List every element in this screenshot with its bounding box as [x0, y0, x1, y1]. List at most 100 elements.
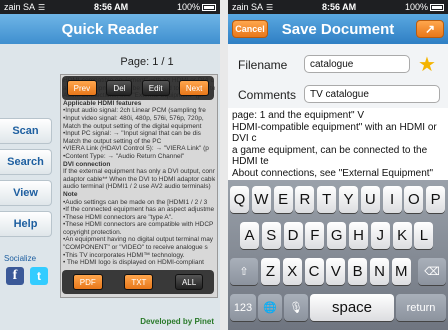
space-key[interactable]: space — [310, 294, 394, 321]
numbers-key[interactable]: 123 — [230, 294, 256, 321]
filename-field[interactable]: catalogue — [304, 55, 410, 73]
delete-button[interactable]: Del — [106, 80, 133, 96]
document-preview[interactable]: HDMI-compatible equipment" with an HDMI … — [60, 74, 218, 298]
document-line: Match the output setting of the digital … — [63, 122, 202, 130]
key-z[interactable]: Z — [261, 258, 280, 285]
share-icon[interactable]: ↗ — [416, 20, 444, 38]
key-i[interactable]: I — [382, 186, 402, 213]
filename-label: Filename — [238, 58, 288, 72]
key-q[interactable]: Q — [230, 186, 249, 213]
carrier-label: zain SA — [4, 2, 36, 12]
battery-icon — [430, 3, 444, 11]
developer-credit: Developed by Pinet — [140, 317, 214, 326]
key-t[interactable]: T — [317, 186, 337, 213]
text-line: page: 1 and the equipment" V — [232, 110, 364, 121]
key-l[interactable]: L — [414, 222, 434, 249]
document-line: •Input PC signal: → "Input signal that c… — [63, 130, 201, 138]
text-line: HDMI-compatible equipment" with an HDMI … — [232, 121, 437, 133]
help-button[interactable]: Help — [0, 211, 52, 237]
document-line: If the external equipment has only a DVI… — [63, 168, 215, 176]
key-y[interactable]: Y — [339, 186, 358, 213]
prev-button[interactable]: Prev — [66, 80, 98, 96]
key-f[interactable]: F — [305, 222, 325, 249]
comments-field[interactable]: TV catalogue — [304, 85, 440, 103]
cancel-button[interactable]: Cancel — [232, 20, 268, 38]
search-button[interactable]: Search — [0, 149, 52, 175]
clock: 8:56 AM — [93, 2, 129, 12]
page-title: Quick Reader — [61, 20, 159, 38]
key-u[interactable]: U — [360, 186, 380, 213]
wifi-icon: ☰ — [38, 2, 46, 12]
facebook-icon[interactable]: f — [6, 267, 24, 285]
key-e[interactable]: E — [273, 186, 293, 213]
document-text: HDMI-compatible equipment" with an HDMI … — [61, 75, 217, 269]
key-g[interactable]: G — [327, 222, 347, 249]
status-bar: zain SA ☰ 8:56 AM 100% — [228, 0, 448, 14]
key-v[interactable]: V — [326, 258, 346, 285]
document-line: •This TV incorporates HDMI™ technology. — [63, 251, 185, 259]
document-line: •Input audio signal: 2ch Linear PCM (sam… — [63, 107, 206, 115]
shift-key[interactable]: ⇧ — [230, 258, 258, 285]
microphone-icon[interactable]: 🎙 — [284, 294, 308, 321]
page-toolbar: Prev Del Edit Next — [62, 76, 214, 100]
key-k[interactable]: K — [392, 222, 412, 249]
document-line: •Audio settings can be made on the [HDMI… — [63, 198, 208, 206]
key-r[interactable]: R — [295, 186, 315, 213]
key-h[interactable]: H — [349, 222, 368, 249]
next-button[interactable]: Next — [178, 80, 210, 96]
document-line: Note — [63, 190, 78, 198]
view-button[interactable]: View — [0, 180, 52, 206]
export-toolbar: PDF TXT ALL — [62, 270, 214, 294]
page-indicator: Page: 1 / 1 — [92, 56, 202, 68]
key-a[interactable]: A — [240, 222, 259, 249]
twitter-icon[interactable]: t — [30, 267, 48, 285]
return-key[interactable]: return — [396, 294, 446, 321]
key-d[interactable]: D — [283, 222, 303, 249]
page-title: Save Document — [281, 20, 395, 38]
backspace-key[interactable]: ⌫ — [418, 258, 446, 285]
text-line: DVI c — [232, 133, 257, 144]
key-o[interactable]: O — [404, 186, 424, 213]
document-line: •VIERA Link (HDAVI Control 5): → "VIERA … — [63, 145, 209, 153]
sidebar: Scan Search View Help — [0, 118, 52, 242]
key-c[interactable]: C — [304, 258, 324, 285]
globe-icon[interactable]: 🌐 — [258, 294, 282, 321]
document-text-view[interactable]: page: 1 and the equipment" V HDMI-compati… — [228, 110, 448, 178]
document-line: Applicable HDMI features — [63, 99, 142, 107]
save-form: Filename catalogue Comments TV catalogue — [228, 44, 448, 108]
wifi-icon: ☰ — [266, 2, 274, 12]
socialize-label: Socialize — [4, 254, 37, 263]
key-s[interactable]: S — [261, 222, 281, 249]
battery-indicator: 100% — [177, 2, 216, 12]
text-line: a game equipment, can be connected to th… — [232, 144, 428, 156]
key-m[interactable]: M — [391, 258, 411, 285]
text-line: About connections, see "External Equipme… — [232, 167, 434, 179]
txt-button[interactable]: TXT — [124, 274, 154, 290]
key-w[interactable]: W — [251, 186, 271, 213]
pdf-button[interactable]: PDF — [72, 274, 103, 290]
scan-button[interactable]: Scan — [0, 118, 52, 144]
save-document-screen: zain SA ☰ 8:56 AM 100% Cancel Save Docum… — [228, 0, 448, 330]
document-line: •An equipment having no digital output t… — [63, 236, 214, 244]
key-b[interactable]: B — [348, 258, 368, 285]
favorite-star-icon[interactable]: ★ — [418, 52, 436, 77]
key-n[interactable]: N — [370, 258, 389, 285]
key-p[interactable]: P — [426, 186, 446, 213]
battery-icon — [202, 3, 216, 11]
document-line: • The HDMI logo is displayed on HDMI-com… — [63, 259, 204, 267]
nav-bar: Quick Reader — [0, 14, 220, 44]
document-line: •These HDMI connectors are "type A". — [63, 213, 173, 221]
document-line: •If the connected equipment has an aspec… — [63, 206, 215, 214]
key-j[interactable]: J — [370, 222, 390, 249]
carrier-label: zain SA — [232, 2, 264, 12]
document-line: •Content Type: → "Audio Return Channel" — [63, 152, 185, 160]
key-x[interactable]: X — [282, 258, 302, 285]
battery-percent: 100% — [176, 2, 200, 12]
text-line: HDMI te — [232, 156, 269, 167]
edit-button[interactable]: Edit — [141, 80, 170, 96]
document-line: •Input video signal: 480i, 480p, 576i, 5… — [63, 114, 204, 122]
document-line: DVI connection — [63, 160, 111, 168]
nav-bar: Cancel Save Document ↗ — [228, 14, 448, 44]
document-line: copyright protection. — [63, 228, 122, 236]
all-button[interactable]: ALL — [174, 274, 204, 290]
